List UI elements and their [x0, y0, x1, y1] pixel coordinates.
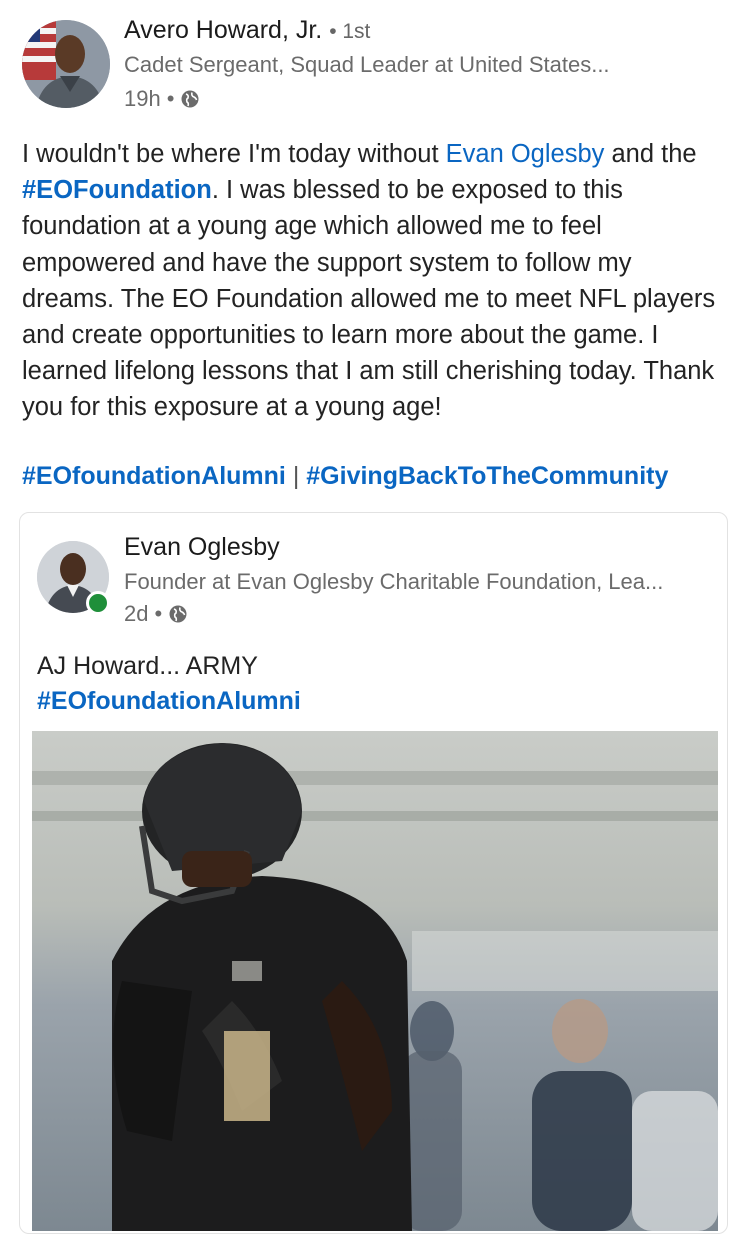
author-headline: Cadet Sergeant, Squad Leader at United S…	[124, 52, 610, 77]
body-text-2: and the	[604, 140, 697, 168]
body-text-1: I wouldn't be where I'm today without	[22, 140, 446, 168]
post-header: Avero Howard, Jr. • 1st Cadet Sergeant, …	[22, 16, 722, 116]
shared-post-meta: 2d •	[124, 601, 188, 627]
shared-post-card[interactable]: Evan Oglesby Founder at Evan Oglesby Cha…	[19, 512, 728, 1234]
avatar-photo	[22, 20, 110, 108]
shared-post-image[interactable]	[32, 731, 718, 1231]
globe-icon	[169, 605, 187, 623]
shared-author-name[interactable]: Evan Oglesby	[124, 533, 280, 562]
shared-post-time: 2d	[124, 601, 149, 626]
hashtag-eofoundation[interactable]: #EOFoundation	[22, 176, 212, 204]
shared-post-text: AJ Howard... ARMY #EOfoundationAlumni	[37, 649, 301, 719]
hashtag-givingback[interactable]: #GivingBackToTheCommunity	[306, 462, 668, 490]
post-meta: 19h •	[124, 86, 200, 112]
avatar[interactable]	[22, 20, 110, 108]
football-player-photo	[32, 731, 718, 1231]
post-body: I wouldn't be where I'm today without Ev…	[22, 136, 727, 426]
hashtag-line: #EOfoundationAlumni | #GivingBackToTheCo…	[22, 462, 668, 491]
shared-hashtag[interactable]: #EOfoundationAlumni	[37, 684, 301, 719]
author-name[interactable]: Avero Howard, Jr. • 1st	[124, 16, 370, 45]
body-text-3: . I was blessed to be exposed to this fo…	[22, 176, 716, 422]
shared-meta-dot: •	[154, 601, 163, 626]
online-status-indicator	[86, 591, 110, 615]
mention-evan-oglesby[interactable]: Evan Oglesby	[446, 140, 605, 168]
shared-text-line: AJ Howard... ARMY	[37, 652, 258, 680]
globe-icon	[181, 90, 199, 108]
degree-text: 1st	[342, 20, 371, 43]
connection-degree: • 1st	[329, 20, 371, 43]
meta-dot: •	[166, 86, 175, 111]
author-name-text[interactable]: Avero Howard, Jr.	[124, 16, 322, 44]
shared-author-headline: Founder at Evan Oglesby Charitable Found…	[124, 569, 664, 594]
hashtag-separator: |	[292, 462, 300, 490]
post-time: 19h	[124, 86, 161, 111]
hashtag-eofoundationalumni[interactable]: #EOfoundationAlumni	[22, 462, 286, 490]
